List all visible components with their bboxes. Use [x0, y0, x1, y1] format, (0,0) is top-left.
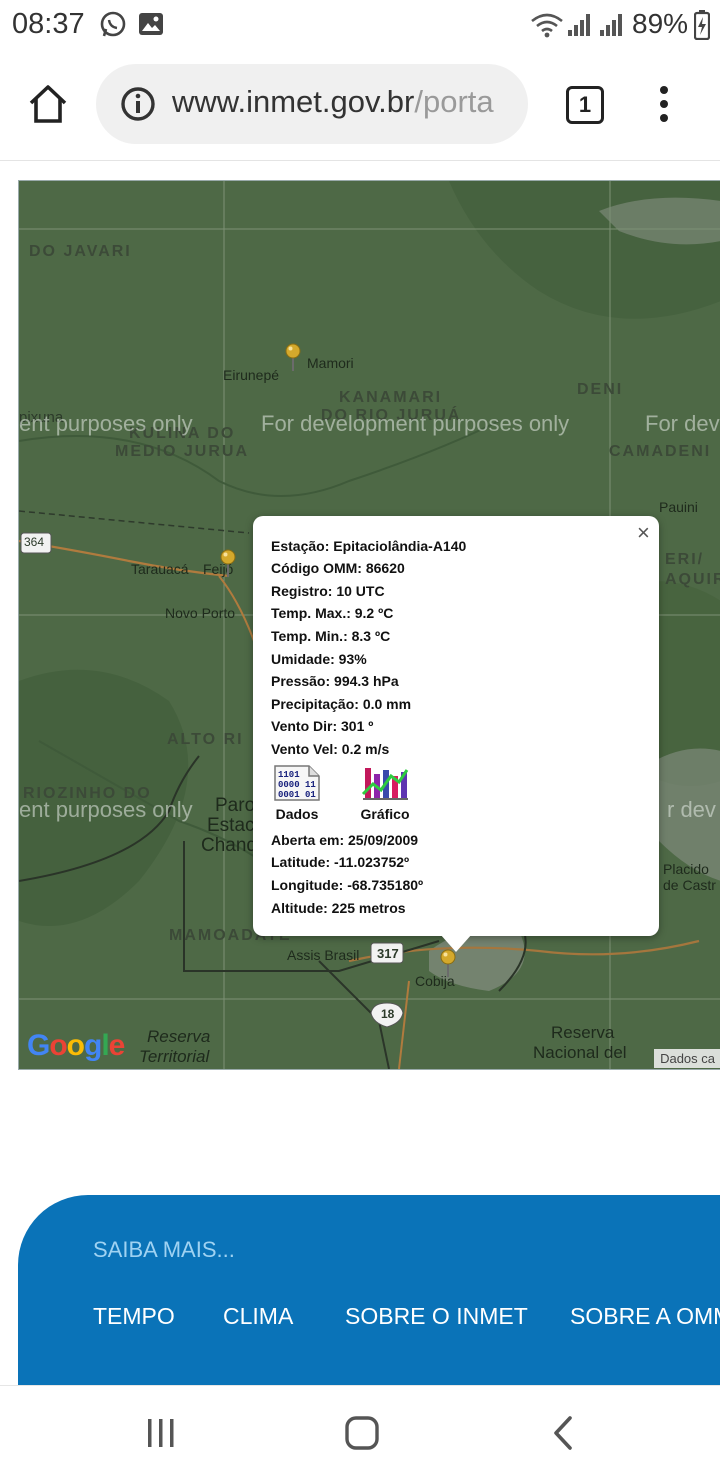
map-label: de Castr [663, 877, 716, 893]
map-attribution[interactable]: Dados ca [654, 1049, 720, 1068]
wifi-icon [531, 13, 563, 38]
dados-link[interactable]: Dados [267, 806, 327, 822]
map-label: Reserva [147, 1027, 211, 1046]
registro: Registro: 10 UTC [271, 583, 385, 599]
status-bar: 08:37 89% [0, 0, 720, 52]
station-marker-icon[interactable] [439, 949, 457, 977]
url-text: www.inmet.gov.br/porta [172, 84, 494, 120]
station-marker-icon[interactable] [284, 343, 302, 371]
url-host: www.inmet.gov.br [172, 84, 415, 119]
map-label: ALTO RI [167, 731, 244, 748]
temp-min: Temp. Min.: 8.3 ºC [271, 628, 391, 644]
image-icon [139, 13, 163, 35]
watermark-text: ent purposes only [19, 411, 193, 436]
status-time: 08:37 [12, 8, 85, 40]
map-label: Eirunepé [223, 367, 280, 383]
map-label: Reserva [551, 1023, 615, 1042]
battery-icon [694, 10, 710, 40]
footer-link-sobre-omm[interactable]: SOBRE A OMM [570, 1303, 720, 1330]
map-label: CAMADENI [609, 443, 712, 460]
battery-percentage: 89% [632, 8, 689, 39]
map-label: Pauini [659, 499, 698, 515]
whatsapp-icon [100, 11, 126, 37]
map-label: Tarauacá [131, 561, 189, 577]
vento-vel: Vento Vel: 0.2 m/s [271, 741, 390, 757]
precipitacao: Precipitação: 0.0 mm [271, 696, 412, 712]
watermark-text: ent purposes only [19, 797, 193, 822]
footer-link-tempo[interactable]: TEMPO [93, 1303, 175, 1330]
road-shield-label: 18 [381, 1007, 395, 1021]
map-label: Mamori [307, 355, 354, 371]
watermark-text: For dev [645, 411, 720, 436]
data-file-icon[interactable]: 1101 0000 11 0001 01 [273, 764, 321, 802]
station-name: Estação: Epitaciolândia-A140 [271, 538, 467, 554]
signal-icon [600, 14, 622, 36]
map-label: DENI [577, 381, 624, 398]
map-label: Territorial [139, 1047, 210, 1066]
back-icon[interactable] [550, 1414, 578, 1452]
info-icon[interactable] [120, 86, 156, 122]
signal-icon [568, 14, 590, 36]
home-nav-icon[interactable] [343, 1414, 381, 1452]
map-label: Assis Brasil [287, 947, 360, 963]
grafico-link[interactable]: Gráfico [353, 806, 417, 822]
map-label: Placido [663, 861, 709, 877]
url-path: /porta [414, 84, 494, 119]
station-marker-icon[interactable] [219, 549, 237, 577]
map-label: Paro [215, 795, 256, 816]
system-navigation-bar [0, 1385, 720, 1481]
omm-code: Código OMM: 86620 [271, 560, 405, 576]
recent-apps-icon[interactable] [144, 1416, 178, 1450]
svg-text:0000 11: 0000 11 [278, 780, 316, 790]
google-logo: Google [27, 1029, 125, 1062]
road-shield-label: 317 [377, 946, 399, 961]
close-icon[interactable]: × [637, 520, 650, 546]
watermark-text: r dev [667, 797, 716, 822]
altitude: Altitude: 225 metros [271, 900, 406, 916]
svg-text:1101: 1101 [278, 770, 300, 780]
vento-dir: Vento Dir: 301 º [271, 718, 374, 734]
map-label: Nacional del [533, 1043, 627, 1062]
station-info-popup: × Estação: Epitaciolândia-A140 Código OM… [253, 516, 659, 936]
road-shield-label: 364 [24, 535, 45, 549]
svg-text:0001 01: 0001 01 [278, 790, 316, 800]
more-options-icon[interactable] [650, 84, 678, 124]
umidade: Umidade: 93% [271, 651, 367, 667]
footer-link-sobre-inmet[interactable]: SOBRE O INMET [345, 1303, 528, 1330]
aberta-em: Aberta em: 25/09/2009 [271, 832, 419, 848]
pressao: Pressão: 994.3 hPa [271, 673, 399, 689]
address-bar[interactable]: www.inmet.gov.br/porta [96, 64, 528, 144]
map-label: AQUIR [665, 571, 720, 588]
temp-max: Temp. Max.: 9.2 ºC [271, 605, 394, 621]
map-label: Chand [201, 835, 257, 856]
footer-title: SAIBA MAIS... [93, 1237, 235, 1262]
longitude: Longitude: -68.735180º [271, 877, 424, 893]
footer-link-clima[interactable]: CLIMA [223, 1303, 293, 1330]
map-label: MEDIO JURUA [115, 443, 250, 460]
map-label: DO JAVARI [29, 243, 132, 260]
footer-section: SAIBA MAIS... TEMPO CLIMA SOBRE O INMET … [18, 1195, 720, 1395]
popup-pointer [440, 934, 472, 952]
map-label: ERI/ [665, 551, 705, 568]
map-label: Novo Porto [165, 605, 236, 621]
watermark-text: For development purposes only [261, 411, 570, 436]
latitude: Latitude: -11.023752º [271, 854, 410, 870]
browser-toolbar: www.inmet.gov.br/porta 1 [0, 52, 720, 161]
map-label: KANAMARI [339, 389, 443, 406]
home-icon[interactable] [26, 82, 70, 126]
map-label: Estac [207, 815, 255, 836]
tab-switcher-button[interactable]: 1 [566, 86, 604, 124]
chart-icon[interactable] [361, 764, 409, 802]
